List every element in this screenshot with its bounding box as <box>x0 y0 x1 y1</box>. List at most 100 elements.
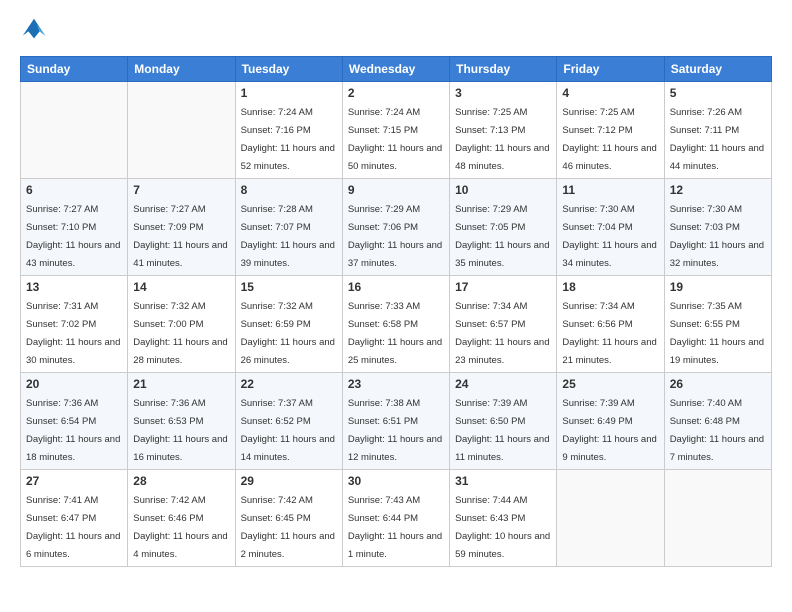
calendar-cell <box>128 82 235 179</box>
calendar-cell: 4 Sunrise: 7:25 AM Sunset: 7:12 PM Daylig… <box>557 82 664 179</box>
day-number: 3 <box>455 86 551 100</box>
weekday-header: Sunday <box>21 57 128 82</box>
day-info: Sunrise: 7:40 AM Sunset: 6:48 PM Dayligh… <box>670 398 764 463</box>
day-number: 21 <box>133 377 229 391</box>
day-number: 2 <box>348 86 444 100</box>
day-info: Sunrise: 7:34 AM Sunset: 6:57 PM Dayligh… <box>455 301 549 366</box>
calendar-cell: 6 Sunrise: 7:27 AM Sunset: 7:10 PM Daylig… <box>21 179 128 276</box>
day-info: Sunrise: 7:30 AM Sunset: 7:03 PM Dayligh… <box>670 204 764 269</box>
day-info: Sunrise: 7:27 AM Sunset: 7:10 PM Dayligh… <box>26 204 120 269</box>
day-info: Sunrise: 7:24 AM Sunset: 7:16 PM Dayligh… <box>241 107 335 172</box>
calendar-cell: 21 Sunrise: 7:36 AM Sunset: 6:53 PM Dayli… <box>128 373 235 470</box>
day-info: Sunrise: 7:25 AM Sunset: 7:12 PM Dayligh… <box>562 107 656 172</box>
calendar-cell: 16Sunrise: 7:33 AM Sunset: 6:58 PM Dayli… <box>342 276 449 373</box>
day-number: 5 <box>670 86 766 100</box>
day-number: 18 <box>562 280 658 294</box>
calendar-cell: 28 Sunrise: 7:42 AM Sunset: 6:46 PM Dayli… <box>128 470 235 567</box>
day-info: Sunrise: 7:39 AM Sunset: 6:49 PM Dayligh… <box>562 398 656 463</box>
calendar-cell <box>557 470 664 567</box>
day-info: Sunrise: 7:39 AM Sunset: 6:50 PM Dayligh… <box>455 398 549 463</box>
calendar-cell: 1 Sunrise: 7:24 AM Sunset: 7:16 PM Daylig… <box>235 82 342 179</box>
weekday-header: Wednesday <box>342 57 449 82</box>
calendar-cell <box>664 470 771 567</box>
calendar-cell: 20 Sunrise: 7:36 AM Sunset: 6:54 PM Dayli… <box>21 373 128 470</box>
weekday-row: SundayMondayTuesdayWednesdayThursdayFrid… <box>21 57 772 82</box>
calendar-cell: 14Sunrise: 7:32 AM Sunset: 7:00 PM Dayli… <box>128 276 235 373</box>
calendar-cell: 5 Sunrise: 7:26 AM Sunset: 7:11 PM Daylig… <box>664 82 771 179</box>
calendar-week-row: 27Sunrise: 7:41 AM Sunset: 6:47 PM Dayli… <box>21 470 772 567</box>
calendar-body: 1 Sunrise: 7:24 AM Sunset: 7:16 PM Daylig… <box>21 82 772 567</box>
day-info: Sunrise: 7:24 AM Sunset: 7:15 PM Dayligh… <box>348 107 442 172</box>
day-number: 8 <box>241 183 337 197</box>
day-number: 16 <box>348 280 444 294</box>
calendar-cell: 13 Sunrise: 7:31 AM Sunset: 7:02 PM Dayli… <box>21 276 128 373</box>
calendar-cell: 22Sunrise: 7:37 AM Sunset: 6:52 PM Dayli… <box>235 373 342 470</box>
calendar-header: SundayMondayTuesdayWednesdayThursdayFrid… <box>21 57 772 82</box>
day-info: Sunrise: 7:43 AM Sunset: 6:44 PM Dayligh… <box>348 495 442 560</box>
day-info: Sunrise: 7:32 AM Sunset: 6:59 PM Dayligh… <box>241 301 335 366</box>
calendar-cell: 11 Sunrise: 7:30 AM Sunset: 7:04 PM Dayli… <box>557 179 664 276</box>
day-number: 25 <box>562 377 658 391</box>
day-number: 20 <box>26 377 122 391</box>
header <box>20 16 772 44</box>
day-number: 29 <box>241 474 337 488</box>
day-number: 24 <box>455 377 551 391</box>
logo <box>20 16 52 44</box>
day-info: Sunrise: 7:42 AM Sunset: 6:45 PM Dayligh… <box>241 495 335 560</box>
logo-icon <box>20 16 48 44</box>
day-info: Sunrise: 7:35 AM Sunset: 6:55 PM Dayligh… <box>670 301 764 366</box>
day-number: 17 <box>455 280 551 294</box>
day-info: Sunrise: 7:25 AM Sunset: 7:13 PM Dayligh… <box>455 107 549 172</box>
weekday-header: Monday <box>128 57 235 82</box>
day-info: Sunrise: 7:34 AM Sunset: 6:56 PM Dayligh… <box>562 301 656 366</box>
day-number: 22 <box>241 377 337 391</box>
calendar-cell <box>21 82 128 179</box>
calendar-cell: 27Sunrise: 7:41 AM Sunset: 6:47 PM Dayli… <box>21 470 128 567</box>
calendar-cell: 3 Sunrise: 7:25 AM Sunset: 7:13 PM Daylig… <box>450 82 557 179</box>
day-number: 19 <box>670 280 766 294</box>
day-info: Sunrise: 7:28 AM Sunset: 7:07 PM Dayligh… <box>241 204 335 269</box>
calendar-cell: 7Sunrise: 7:27 AM Sunset: 7:09 PM Daylig… <box>128 179 235 276</box>
day-number: 12 <box>670 183 766 197</box>
day-number: 15 <box>241 280 337 294</box>
day-number: 14 <box>133 280 229 294</box>
calendar-week-row: 1 Sunrise: 7:24 AM Sunset: 7:16 PM Daylig… <box>21 82 772 179</box>
day-info: Sunrise: 7:41 AM Sunset: 6:47 PM Dayligh… <box>26 495 120 560</box>
calendar: SundayMondayTuesdayWednesdayThursdayFrid… <box>20 56 772 567</box>
calendar-cell: 10 Sunrise: 7:29 AM Sunset: 7:05 PM Dayli… <box>450 179 557 276</box>
calendar-cell: 12 Sunrise: 7:30 AM Sunset: 7:03 PM Dayli… <box>664 179 771 276</box>
calendar-cell: 29 Sunrise: 7:42 AM Sunset: 6:45 PM Dayli… <box>235 470 342 567</box>
day-info: Sunrise: 7:31 AM Sunset: 7:02 PM Dayligh… <box>26 301 120 366</box>
day-info: Sunrise: 7:36 AM Sunset: 6:54 PM Dayligh… <box>26 398 120 463</box>
day-info: Sunrise: 7:26 AM Sunset: 7:11 PM Dayligh… <box>670 107 764 172</box>
day-info: Sunrise: 7:27 AM Sunset: 7:09 PM Dayligh… <box>133 204 227 269</box>
day-info: Sunrise: 7:36 AM Sunset: 6:53 PM Dayligh… <box>133 398 227 463</box>
day-number: 10 <box>455 183 551 197</box>
calendar-cell: 18 Sunrise: 7:34 AM Sunset: 6:56 PM Dayli… <box>557 276 664 373</box>
calendar-cell: 9Sunrise: 7:29 AM Sunset: 7:06 PM Daylig… <box>342 179 449 276</box>
calendar-cell: 30 Sunrise: 7:43 AM Sunset: 6:44 PM Dayli… <box>342 470 449 567</box>
calendar-week-row: 20 Sunrise: 7:36 AM Sunset: 6:54 PM Dayli… <box>21 373 772 470</box>
day-number: 11 <box>562 183 658 197</box>
day-number: 30 <box>348 474 444 488</box>
page: SundayMondayTuesdayWednesdayThursdayFrid… <box>0 0 792 612</box>
day-number: 28 <box>133 474 229 488</box>
weekday-header: Saturday <box>664 57 771 82</box>
day-number: 1 <box>241 86 337 100</box>
weekday-header: Friday <box>557 57 664 82</box>
calendar-cell: 19 Sunrise: 7:35 AM Sunset: 6:55 PM Dayli… <box>664 276 771 373</box>
calendar-cell: 8 Sunrise: 7:28 AM Sunset: 7:07 PM Daylig… <box>235 179 342 276</box>
day-number: 6 <box>26 183 122 197</box>
day-info: Sunrise: 7:42 AM Sunset: 6:46 PM Dayligh… <box>133 495 227 560</box>
calendar-cell: 26Sunrise: 7:40 AM Sunset: 6:48 PM Dayli… <box>664 373 771 470</box>
weekday-header: Tuesday <box>235 57 342 82</box>
day-info: Sunrise: 7:30 AM Sunset: 7:04 PM Dayligh… <box>562 204 656 269</box>
day-number: 4 <box>562 86 658 100</box>
calendar-cell: 31Sunrise: 7:44 AM Sunset: 6:43 PM Dayli… <box>450 470 557 567</box>
day-number: 13 <box>26 280 122 294</box>
day-info: Sunrise: 7:29 AM Sunset: 7:05 PM Dayligh… <box>455 204 549 269</box>
day-info: Sunrise: 7:29 AM Sunset: 7:06 PM Dayligh… <box>348 204 442 269</box>
calendar-week-row: 6 Sunrise: 7:27 AM Sunset: 7:10 PM Daylig… <box>21 179 772 276</box>
calendar-cell: 23Sunrise: 7:38 AM Sunset: 6:51 PM Dayli… <box>342 373 449 470</box>
day-number: 23 <box>348 377 444 391</box>
